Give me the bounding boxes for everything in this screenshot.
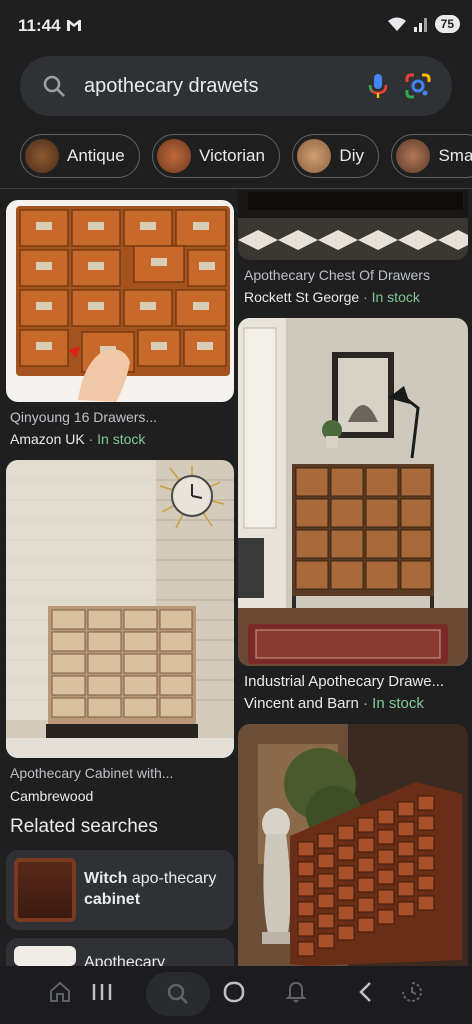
status-bar: 11:44 75 bbox=[0, 0, 472, 52]
signal-icon bbox=[413, 18, 427, 32]
result-title[interactable]: Industrial Apothecary Drawe... bbox=[244, 673, 444, 690]
result-title[interactable]: Apothecary Cabinet with... bbox=[10, 765, 173, 781]
related-label-bold: cabinet bbox=[84, 891, 141, 908]
chip-small[interactable]: Sma bbox=[391, 134, 472, 178]
chip-thumbnail bbox=[157, 139, 192, 173]
related-search-witch-cabinet[interactable]: Witch apo-thecary cabinet bbox=[6, 850, 234, 930]
chip-victorian[interactable]: Victorian bbox=[152, 134, 280, 178]
home-button-icon[interactable] bbox=[222, 980, 246, 1004]
chip-thumbnail bbox=[396, 139, 431, 173]
chip-diy[interactable]: Diy bbox=[292, 134, 379, 178]
related-label-plain: apo-thecary bbox=[127, 870, 217, 887]
history-icon[interactable] bbox=[400, 980, 424, 1004]
search-tab[interactable] bbox=[146, 972, 210, 1016]
search-icon[interactable] bbox=[42, 74, 66, 98]
chip-thumbnail bbox=[25, 139, 59, 173]
source-name: Rockett St George bbox=[244, 289, 360, 305]
source-name: Amazon UK bbox=[10, 431, 85, 447]
google-lens-icon[interactable] bbox=[404, 72, 432, 100]
notifications-icon[interactable] bbox=[284, 980, 308, 1004]
result-title[interactable]: Qinyoung 16 Drawers... bbox=[10, 409, 157, 425]
search-bar[interactable]: apothecary drawets bbox=[20, 56, 452, 116]
related-label: Apothecary bbox=[84, 954, 165, 966]
result-title[interactable]: Apothecary Chest Of Drawers bbox=[244, 267, 430, 283]
home-icon[interactable] bbox=[48, 980, 72, 1004]
result-image-industrial-apothecary[interactable] bbox=[238, 318, 468, 666]
chip-label: Antique bbox=[67, 146, 125, 165]
related-label: Witch apo-thecary cabinet bbox=[84, 868, 224, 910]
chip-antique[interactable]: Antique bbox=[20, 134, 140, 178]
stock-status: · In stock bbox=[362, 695, 424, 712]
battery-indicator: 75 bbox=[434, 15, 460, 33]
divider bbox=[0, 188, 472, 189]
result-image-apothecary-statue[interactable] bbox=[238, 724, 468, 966]
related-search-apothecary[interactable]: Apothecary bbox=[6, 938, 234, 966]
back-icon[interactable] bbox=[354, 980, 378, 1004]
chip-label: Victorian bbox=[199, 146, 265, 165]
related-thumbnail bbox=[14, 946, 76, 966]
source-name: Vincent and Barn bbox=[244, 695, 359, 712]
search-icon bbox=[167, 983, 188, 1004]
stock-status: · In stock bbox=[88, 431, 146, 447]
search-input[interactable]: apothecary drawets bbox=[84, 75, 259, 98]
wifi-icon bbox=[387, 17, 406, 31]
chip-label: Sma bbox=[438, 146, 472, 165]
clock: 11:44 bbox=[18, 16, 61, 35]
stock-status: · In stock bbox=[363, 289, 420, 305]
related-label-bold: Witch bbox=[84, 870, 128, 887]
result-image-apothecary-cabinet[interactable] bbox=[6, 460, 234, 758]
filter-chips: Antique Victorian Diy Sma bbox=[20, 134, 472, 180]
result-source: Rockett St George · In stock bbox=[244, 289, 420, 305]
result-source: Cambrewood bbox=[10, 788, 93, 804]
mic-icon[interactable] bbox=[366, 72, 390, 100]
chip-label: Diy bbox=[339, 146, 364, 165]
navigation-bar bbox=[0, 966, 472, 1024]
result-image-apothecary-chest[interactable] bbox=[238, 190, 468, 260]
related-thumbnail bbox=[14, 858, 76, 922]
gmail-icon bbox=[67, 20, 81, 31]
result-source: Amazon UK · In stock bbox=[10, 431, 145, 447]
source-name: Cambrewood bbox=[10, 788, 94, 804]
recent-apps-icon[interactable] bbox=[90, 980, 114, 1004]
chip-thumbnail bbox=[297, 139, 332, 173]
result-source: Vincent and Barn · In stock bbox=[244, 695, 424, 712]
result-image-qinyoung-drawers[interactable] bbox=[6, 200, 234, 402]
related-searches-heading: Related searches bbox=[10, 816, 158, 837]
